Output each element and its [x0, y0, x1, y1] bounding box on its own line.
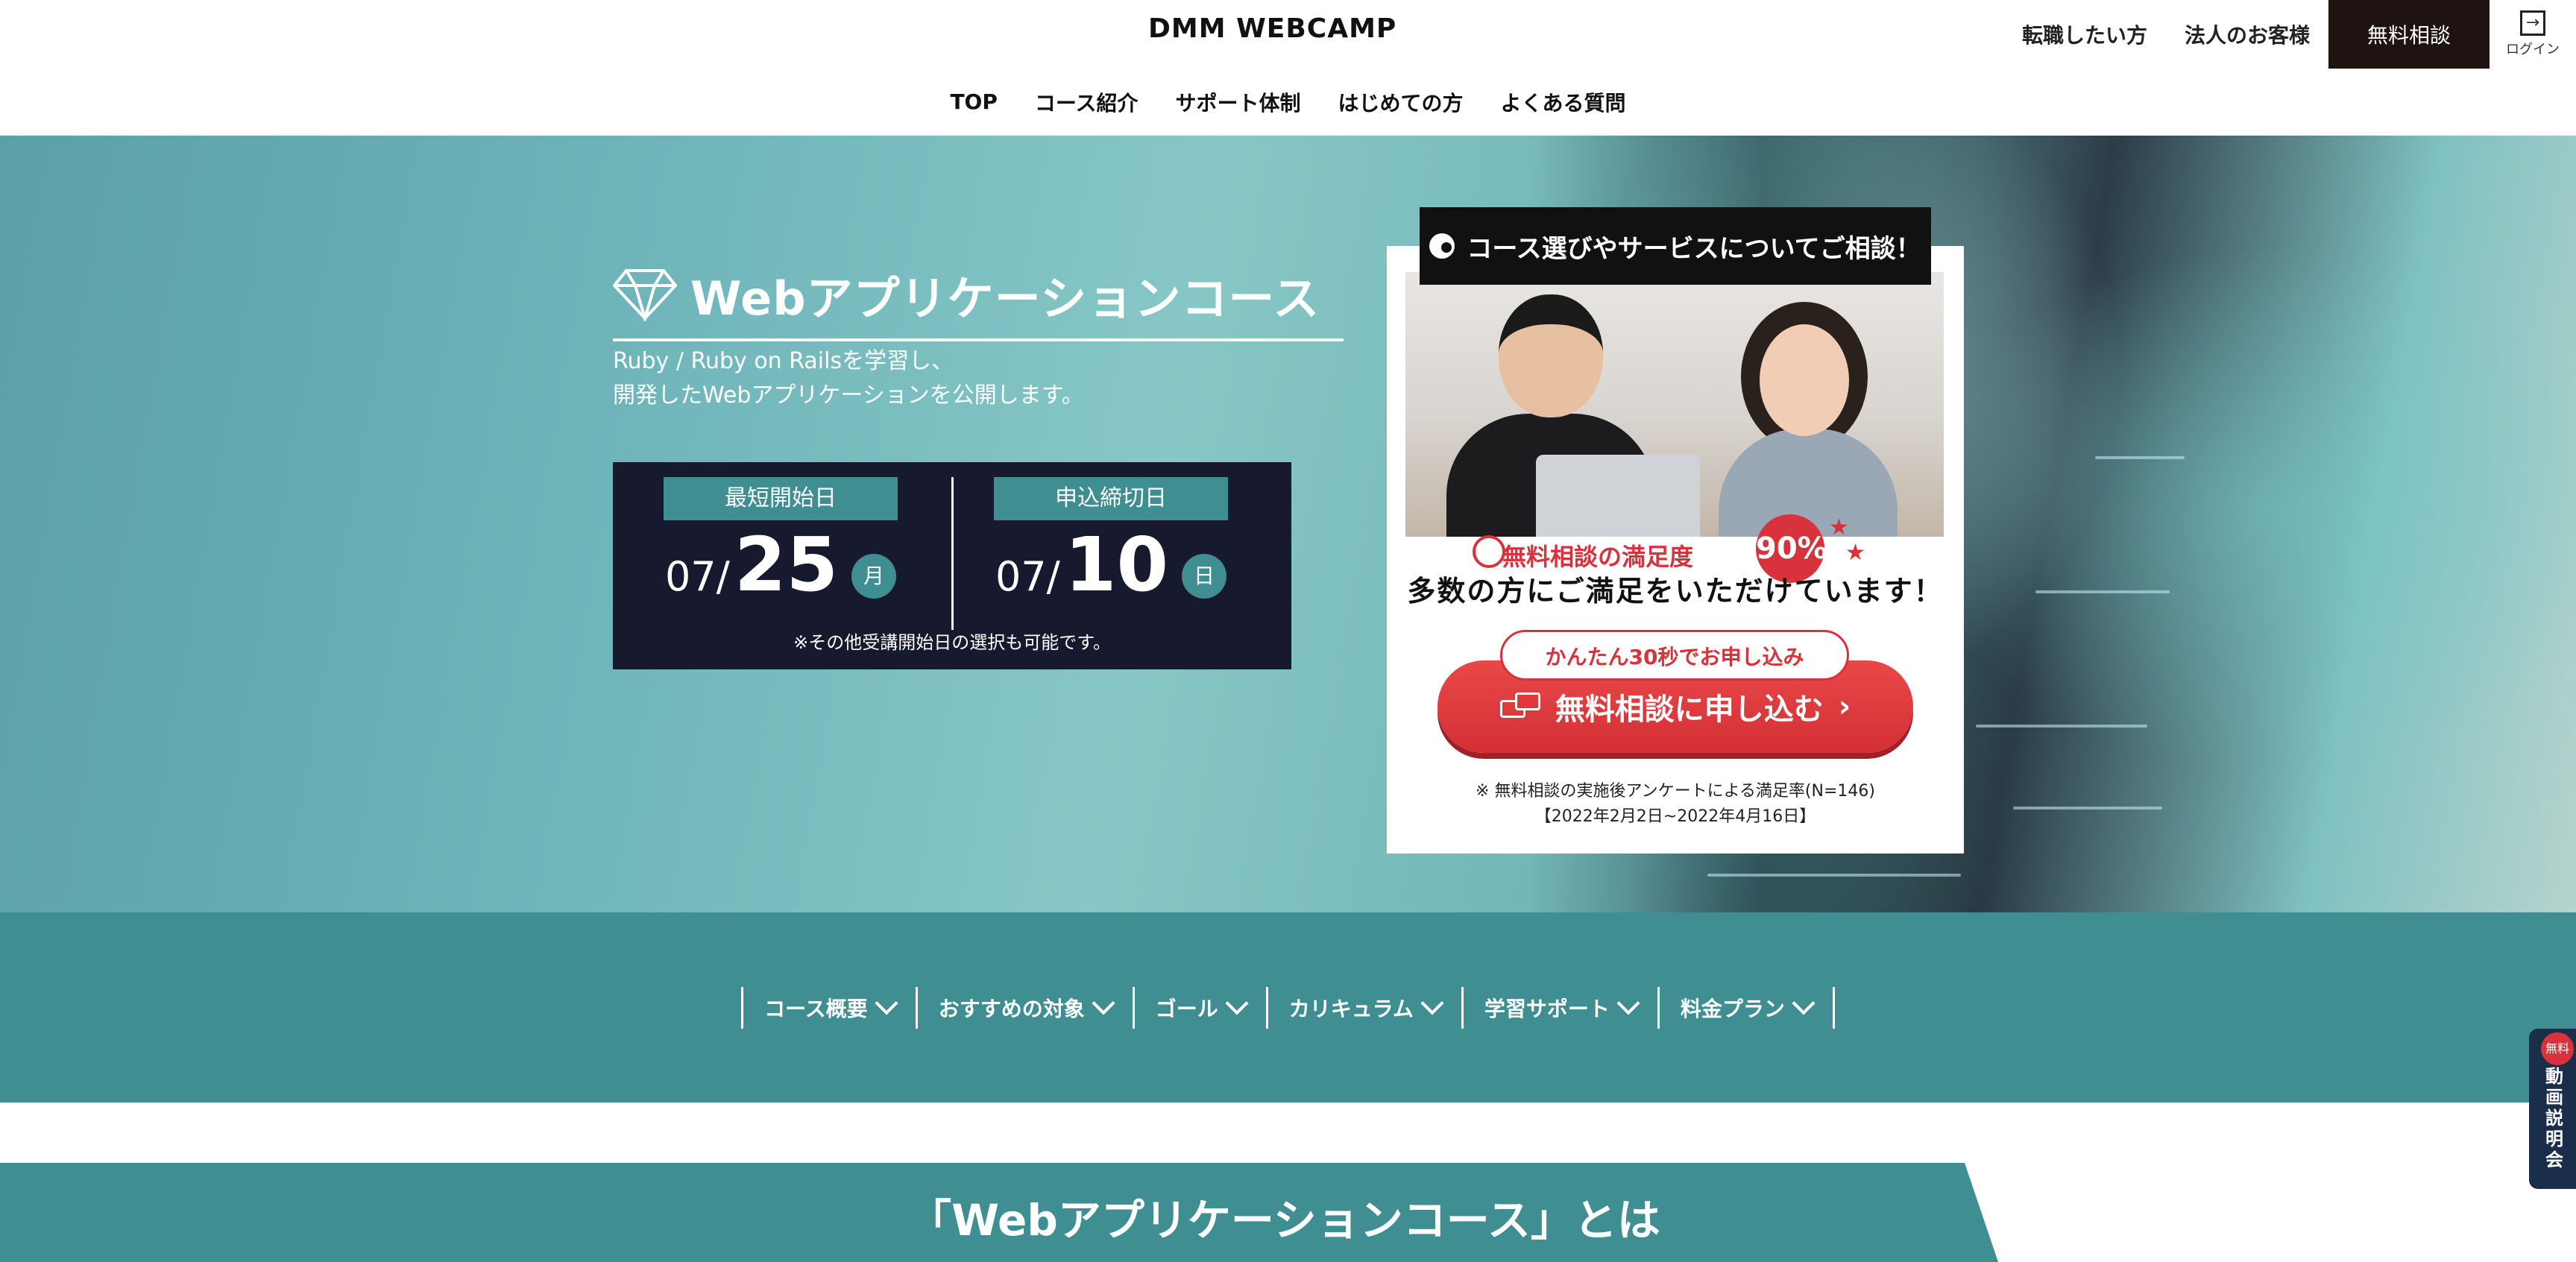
section-nav-overview[interactable]: コース概要	[741, 986, 916, 1029]
code-line	[2035, 590, 2170, 593]
nav-support[interactable]: サポート体制	[1176, 87, 1301, 117]
code-line	[2095, 456, 2185, 459]
quick-apply-pill[interactable]: かんたん30秒でお申し込み	[1500, 630, 1849, 681]
corporate-link[interactable]: 法人のお客様	[2166, 0, 2328, 69]
consult-photo	[1405, 272, 1944, 537]
chevron-down-icon	[1420, 991, 1444, 1015]
nav-faq[interactable]: よくある質問	[1501, 87, 1626, 117]
login-button[interactable]: → ログイン	[2490, 0, 2576, 69]
code-line	[2013, 807, 2162, 810]
star-icon: ★	[1829, 514, 1849, 540]
consult-tagline: 多数の方にご満足をいただけています！	[1407, 575, 1944, 608]
start-date-label: 最短開始日	[646, 477, 916, 520]
deadline-date: 申込締切日 07/ 10 日	[962, 477, 1260, 606]
consult-note-line: 【2022年2月2日~2022年4月16日】	[1534, 807, 1816, 826]
code-line	[1707, 874, 1961, 877]
video-free-badge: 無料	[2541, 1032, 2574, 1065]
deadline-date-weekday: 日	[1182, 554, 1227, 599]
logo[interactable]: DMM WEBCAMP	[1148, 13, 1396, 44]
nav-courses[interactable]: コース紹介	[1035, 87, 1139, 117]
chevron-down-icon	[875, 991, 898, 1015]
section-nav-curriculum[interactable]: カリキュラム	[1265, 986, 1461, 1029]
chat-bubbles-icon	[1499, 692, 1540, 721]
chevron-down-icon	[1092, 991, 1115, 1015]
start-date-month: 07/	[664, 553, 730, 600]
section-nav: コース概要 おすすめの対象 ゴール カリキュラム 学習サポート 料金プラン	[0, 912, 2576, 1102]
dates-box: 最短開始日 07/ 25 月 申込締切日 07/ 10 日 ※その他受講開始日の…	[613, 462, 1291, 669]
description-line: Ruby / Ruby on Railsを学習し、	[613, 348, 954, 374]
header-links: 転職したい方 法人のお客様 無料相談 → ログイン	[2003, 0, 2576, 69]
apply-button-label: 無料相談に申し込む	[1555, 692, 1824, 727]
smile-icon	[1473, 535, 1505, 568]
chat-icon	[1429, 233, 1455, 259]
chevron-down-icon	[1616, 991, 1640, 1015]
date-divider	[951, 477, 954, 630]
deadline-date-month: 07/	[995, 553, 1060, 600]
woman-illustration	[1719, 302, 1898, 537]
consult-heading: コース選びやサービスについてご相談！	[1420, 207, 1931, 285]
career-change-link[interactable]: 転職したい方	[2003, 0, 2166, 69]
consult-heading-text: コース選びやサービスについてご相談！	[1467, 233, 1921, 264]
chevron-down-icon	[1792, 991, 1816, 1015]
nav-beginners[interactable]: はじめての方	[1338, 87, 1464, 117]
code-line	[1976, 725, 2147, 728]
section-nav-goal[interactable]: ゴール	[1132, 986, 1266, 1029]
chevron-down-icon	[1225, 991, 1249, 1015]
chevron-right-icon: ›	[1838, 690, 1851, 724]
deadline-date-label: 申込締切日	[976, 477, 1246, 520]
site-header: DMM WEBCAMP 転職したい方 法人のお客様 無料相談 → ログイン	[0, 0, 2576, 70]
section-nav-pricing[interactable]: 料金プラン	[1657, 986, 1835, 1029]
diamond-icon	[613, 269, 677, 321]
consult-note: ※ 無料相談の実施後アンケートによる満足率(N=146) 【2022年2月2日~…	[1387, 779, 1964, 830]
star-icon: ★	[1845, 540, 1865, 566]
start-date-weekday: 月	[851, 554, 897, 599]
course-description: Ruby / Ruby on Railsを学習し、 開発したWebアプリケーショ…	[613, 344, 1084, 413]
nav-top[interactable]: TOP	[950, 89, 997, 114]
date-note: ※その他受講開始日の選択も可能です。	[793, 632, 1111, 653]
course-title: Webアプリケーションコース	[690, 271, 1320, 326]
section-nav-target[interactable]: おすすめの対象	[915, 986, 1133, 1029]
start-date: 最短開始日 07/ 25 月	[632, 477, 930, 606]
section-nav-support[interactable]: 学習サポート	[1461, 986, 1657, 1029]
video-session-label: 動画説明会	[2545, 1066, 2563, 1170]
login-label: ログイン	[2506, 42, 2560, 57]
description-line: 開発したWebアプリケーションを公開します。	[613, 382, 1084, 408]
consult-note-line: ※ 無料相談の実施後アンケートによる満足率(N=146)	[1476, 782, 1875, 801]
login-icon: →	[2520, 10, 2545, 36]
section-title: 「Webアプリケーションコース」とは	[908, 1195, 1660, 1246]
start-date-day: 25	[734, 521, 839, 608]
deadline-date-day: 10	[1064, 521, 1169, 608]
free-consult-button[interactable]: 無料相談	[2328, 0, 2490, 69]
main-nav: TOP コース紹介 サポート体制 はじめての方 よくある質問	[0, 69, 2576, 136]
course-title-row: Webアプリケーションコース	[613, 261, 1344, 341]
